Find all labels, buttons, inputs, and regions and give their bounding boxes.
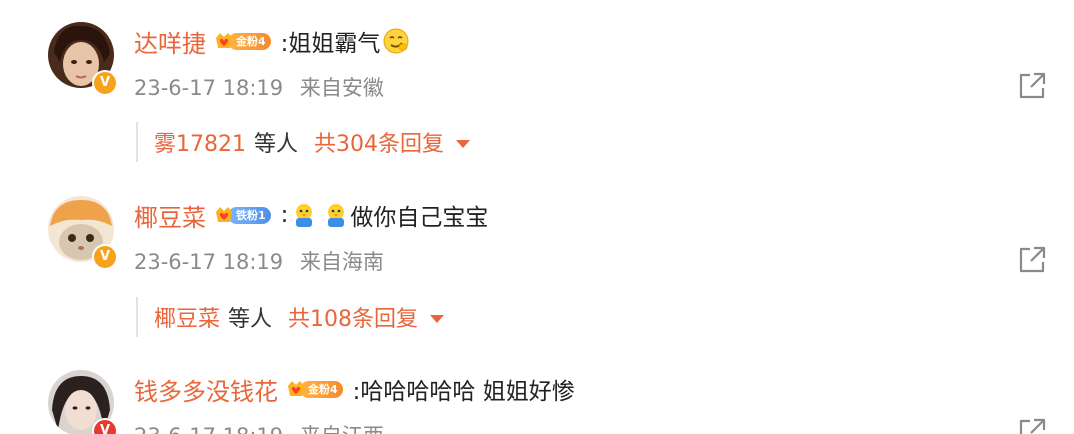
username[interactable]: 达咩捷 bbox=[134, 24, 206, 59]
reply-etc: 等人 bbox=[228, 307, 273, 332]
reply-user[interactable]: 雾17821 bbox=[154, 126, 246, 158]
reply-count[interactable]: 共304条回复 bbox=[314, 126, 444, 158]
fan-badge-label: 金粉4 bbox=[300, 380, 343, 398]
replies-summary[interactable]: 椰豆菜 等人 共108条回复 bbox=[136, 297, 445, 337]
comment-time: 23-6-17 18:19 bbox=[134, 250, 284, 274]
username[interactable]: 椰豆菜 bbox=[134, 198, 206, 233]
replies-summary[interactable]: 雾17821 等人 共304条回复 bbox=[136, 122, 471, 162]
chick-emoji-icon bbox=[328, 204, 345, 227]
fan-badge-label: 金粉4 bbox=[228, 32, 271, 50]
comment-meta: 23-6-17 18:19 来自海南 bbox=[134, 246, 384, 276]
share-external-icon[interactable] bbox=[1016, 416, 1048, 434]
comment-header: 椰豆菜 铁粉1 : 做你自己宝宝 bbox=[134, 198, 488, 232]
verified-v-icon: V bbox=[92, 244, 118, 270]
comment-location: 来自江西 bbox=[300, 424, 384, 434]
comment-text-body: :姐姐霸气 bbox=[280, 31, 381, 57]
fan-badge[interactable]: 金粉4 bbox=[286, 378, 343, 400]
reply-etc: 等人 bbox=[254, 132, 299, 157]
verified-v-icon: V bbox=[92, 70, 118, 96]
caret-down-icon[interactable] bbox=[430, 314, 445, 323]
comment-text: :哈哈哈哈哈 姐姐好惨 bbox=[353, 372, 575, 406]
username[interactable]: 钱多多没钱花 bbox=[134, 372, 278, 407]
crown-heart-icon bbox=[216, 33, 232, 48]
fan-badge[interactable]: 铁粉1 bbox=[214, 204, 271, 226]
crown-heart-icon bbox=[288, 381, 304, 396]
fan-badge[interactable]: 金粉4 bbox=[214, 30, 271, 52]
comment-text-body: 做你自己宝宝 bbox=[350, 205, 489, 231]
reply-count[interactable]: 共108条回复 bbox=[288, 301, 418, 333]
reply-user[interactable]: 椰豆菜 bbox=[154, 301, 220, 333]
comment-location: 来自安徽 bbox=[299, 76, 384, 100]
comment-header: 钱多多没钱花 金粉4 :哈哈哈哈哈 姐姐好惨 bbox=[134, 372, 575, 406]
comment-time: 23-6-17 18:19 bbox=[134, 76, 284, 100]
comment-text: :姐姐霸气 bbox=[281, 24, 411, 58]
comment-meta: 23-6-17 18:19 来自安徽 bbox=[134, 72, 384, 102]
smirk-emoji-icon bbox=[383, 28, 409, 54]
comment-meta: 23-6-17 18:19 来自江西 bbox=[134, 420, 384, 434]
comment-location: 来自海南 bbox=[299, 250, 384, 274]
comment-header: 达咩捷 金粉4 :姐姐霸气 bbox=[134, 24, 410, 58]
fan-badge-label: 铁粉1 bbox=[228, 206, 271, 224]
crown-heart-icon bbox=[216, 207, 232, 222]
share-external-icon[interactable] bbox=[1016, 70, 1048, 102]
chick-emoji-icon bbox=[296, 204, 313, 227]
share-external-icon[interactable] bbox=[1016, 244, 1048, 276]
comment-time: 23-6-17 18:19 bbox=[134, 424, 283, 434]
verified-v-icon: V bbox=[92, 418, 118, 434]
comment-text-body: :哈哈哈哈哈 姐姐好惨 bbox=[352, 379, 575, 405]
comment-text: : 做你自己宝宝 bbox=[281, 198, 489, 232]
comment-text-prefix: : bbox=[280, 202, 289, 228]
caret-down-icon[interactable] bbox=[456, 139, 471, 148]
